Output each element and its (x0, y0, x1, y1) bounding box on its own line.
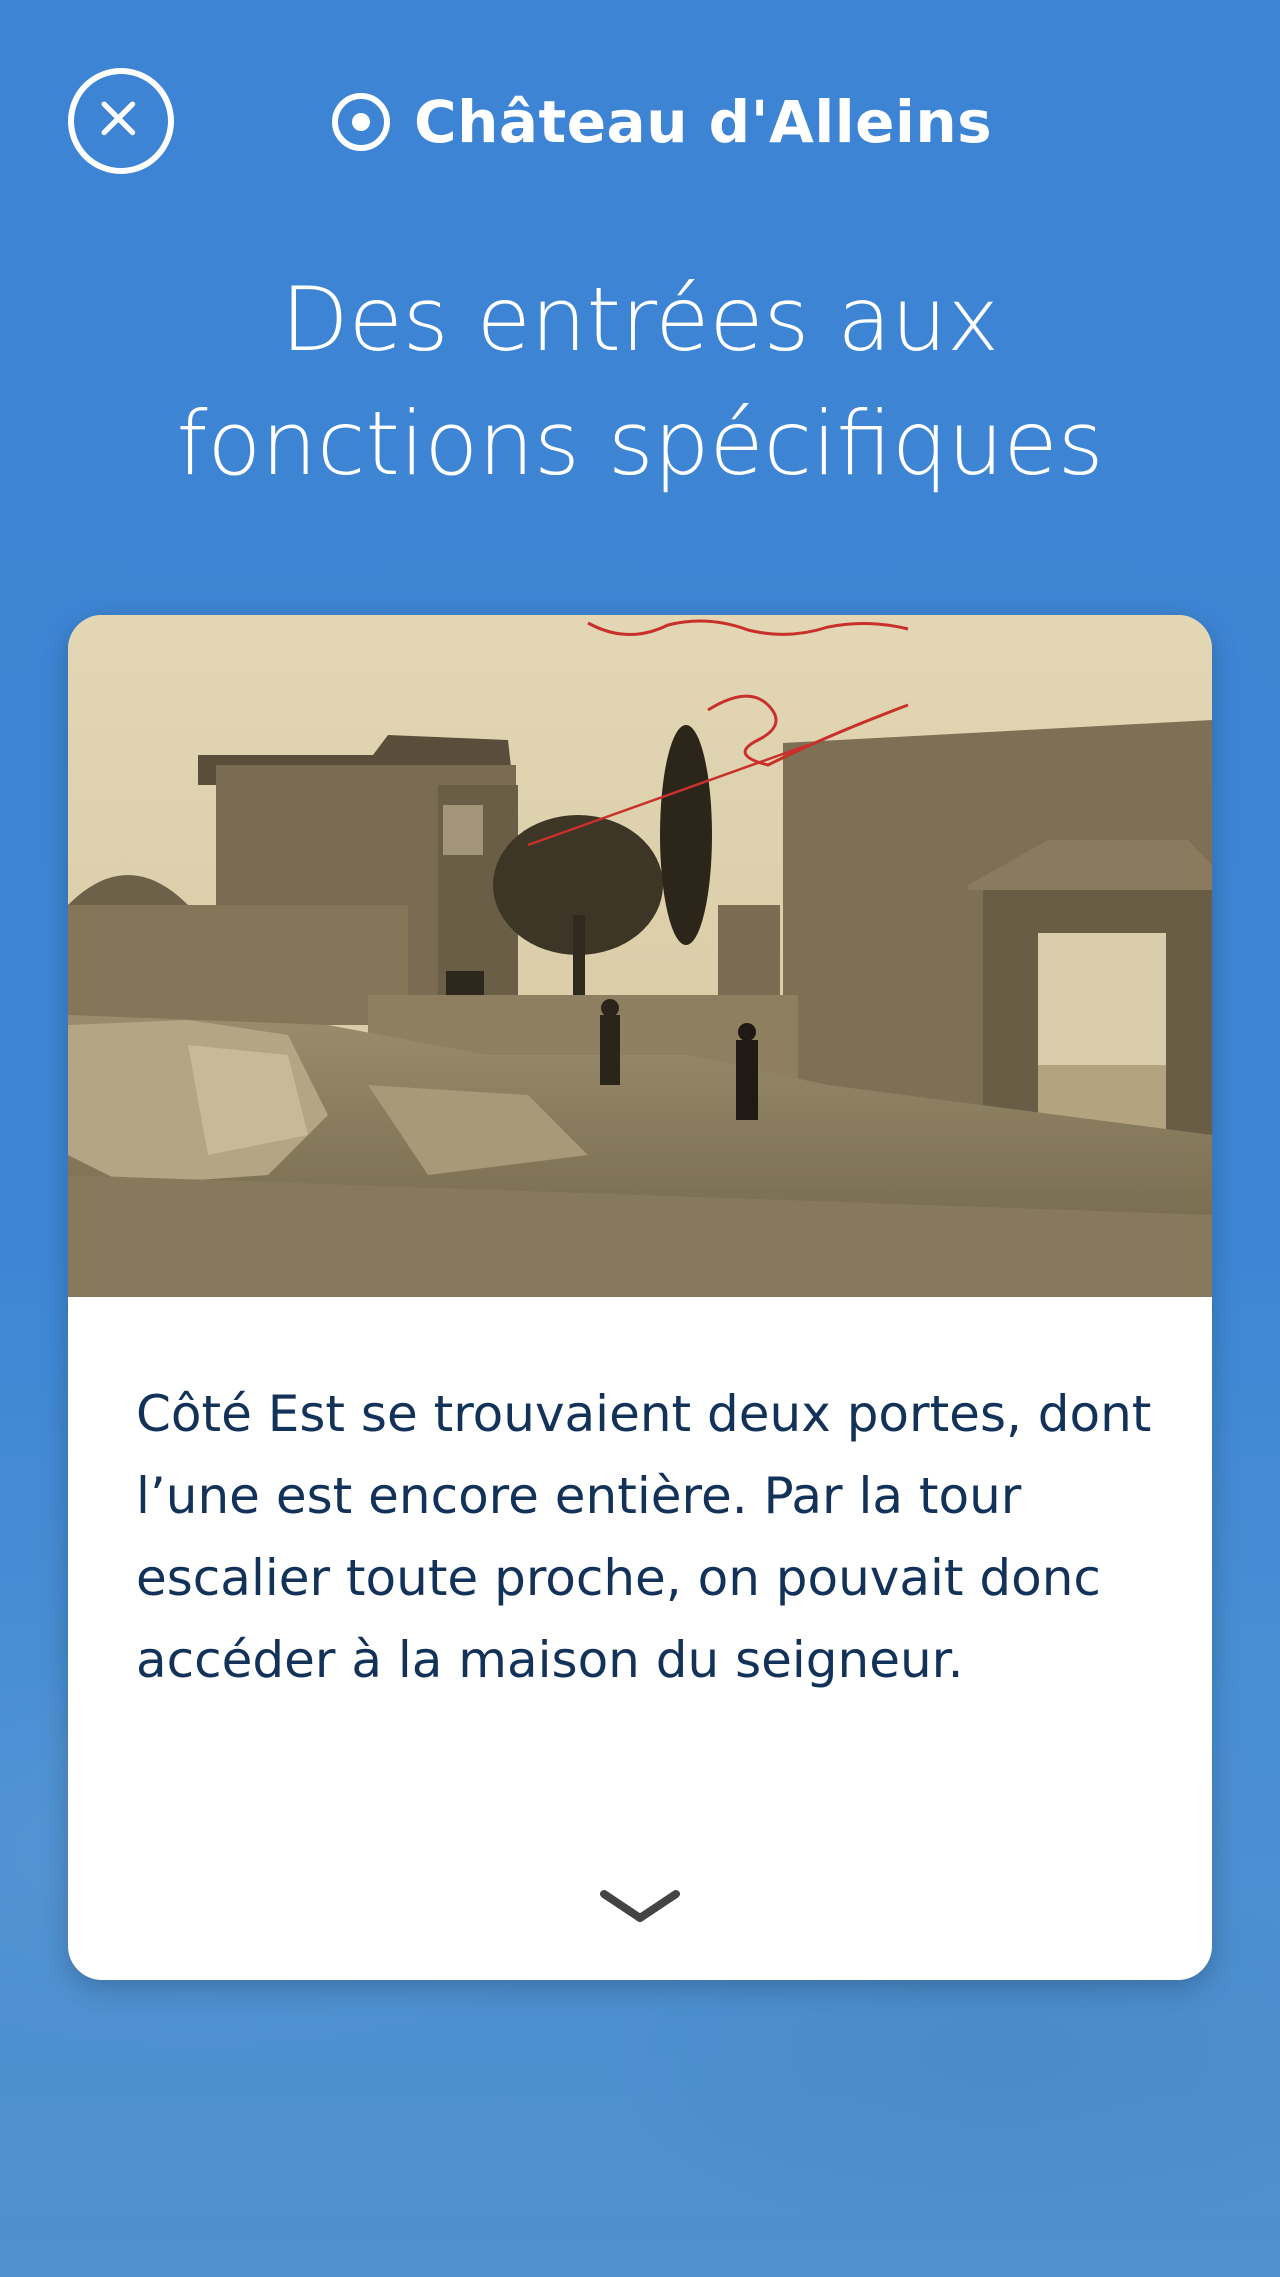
page-title: Des entrées aux fonctions spécifiques (60, 258, 1220, 506)
location-name: Château d'Alleins (414, 88, 993, 156)
close-button[interactable] (68, 68, 174, 174)
chevron-down-icon (600, 1890, 680, 1922)
close-icon (101, 101, 136, 136)
historic-photo (68, 615, 1212, 1297)
expand-button[interactable] (594, 1880, 686, 1936)
content-card: Côté Est se trouvaient deux portes, dont… (68, 615, 1212, 1980)
location-title: Château d'Alleins (330, 82, 992, 162)
card-body-text: Côté Est se trouvaient deux portes, dont… (136, 1385, 1152, 1689)
header: Château d'Alleins (0, 0, 1280, 250)
page-title-line-1: Des entrées aux (280, 268, 1000, 371)
page-title-line-2: fonctions spécifiques (176, 392, 1104, 495)
target-icon (332, 93, 390, 151)
